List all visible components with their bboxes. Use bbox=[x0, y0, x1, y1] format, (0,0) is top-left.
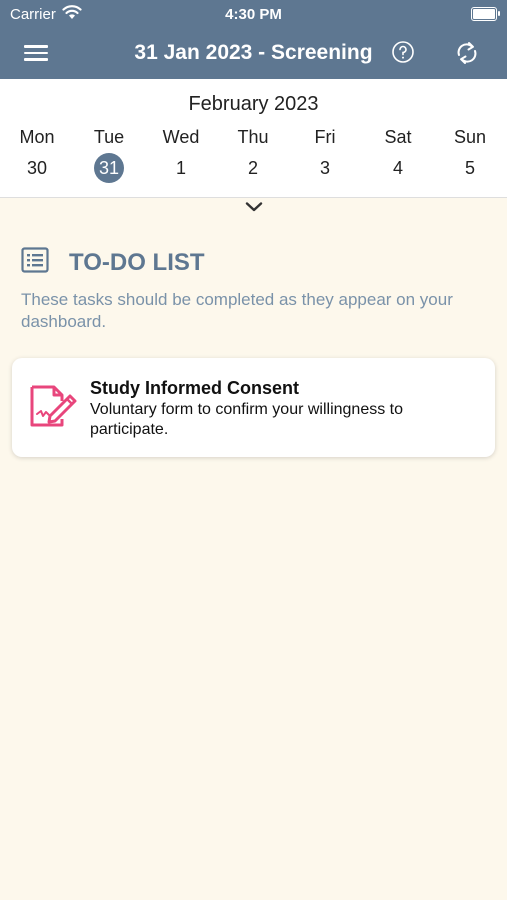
chevron-down-icon[interactable] bbox=[243, 200, 265, 219]
list-icon bbox=[21, 247, 49, 278]
card-title: Study Informed Consent bbox=[90, 378, 300, 398]
day-name: Sat bbox=[384, 127, 412, 147]
signed-document-icon bbox=[28, 384, 78, 435]
question-circle-icon[interactable] bbox=[391, 40, 415, 69]
calendar-month: February 2023 bbox=[188, 93, 319, 115]
day-name: Tue bbox=[93, 127, 125, 147]
battery-icon bbox=[471, 7, 500, 21]
section-subtitle: These tasks should be completed as they … bbox=[21, 290, 453, 331]
refresh-icon[interactable] bbox=[454, 39, 480, 72]
card-description: Voluntary form to confirm your willingne… bbox=[90, 401, 404, 438]
day-name: Mon bbox=[19, 127, 55, 147]
nav-bar: 31 Jan 2023 - Screening bbox=[0, 30, 507, 79]
day-number[interactable]: 5 bbox=[455, 153, 485, 183]
day-number[interactable]: 4 bbox=[383, 153, 413, 183]
day-name: Thu bbox=[237, 127, 269, 147]
section-title: TO-DO LIST bbox=[69, 249, 205, 276]
page-title: 31 Jan 2023 - Screening bbox=[134, 41, 373, 64]
day-number[interactable]: 1 bbox=[166, 153, 196, 183]
todo-card-consent[interactable]: Study Informed Consent Voluntary form to… bbox=[12, 358, 495, 457]
hamburger-menu-icon[interactable] bbox=[24, 42, 48, 64]
day-number[interactable]: 2 bbox=[238, 153, 268, 183]
clock-time: 4:30 PM bbox=[225, 6, 282, 23]
status-bar: Carrier 4:30 PM bbox=[0, 0, 507, 30]
day-number[interactable]: 3 bbox=[310, 153, 340, 183]
day-number-selected[interactable]: 31 bbox=[94, 153, 124, 183]
day-name: Sun bbox=[453, 127, 487, 147]
week-calendar: February 2023 Mon 30 Tue 31 Wed 1 Thu 2 … bbox=[0, 79, 507, 198]
day-number[interactable]: 30 bbox=[22, 153, 52, 183]
day-name: Wed bbox=[162, 127, 200, 147]
day-name: Fri bbox=[314, 127, 336, 147]
